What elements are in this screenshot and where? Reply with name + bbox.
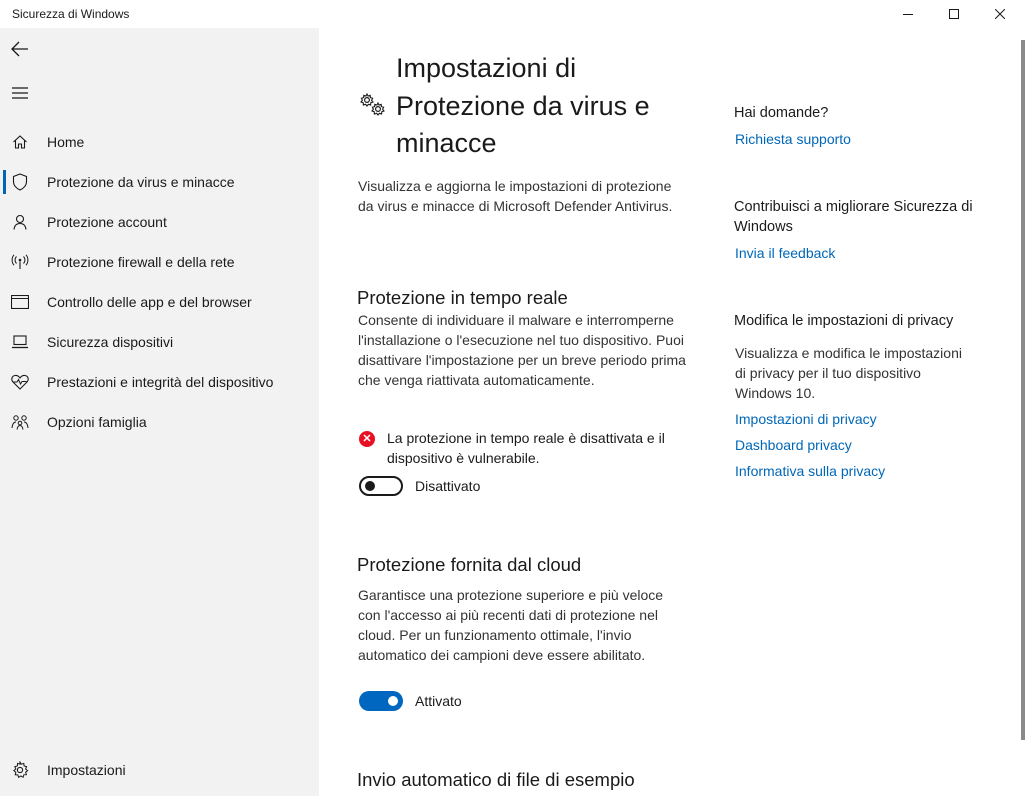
minimize-button[interactable]	[885, 0, 931, 28]
privacy-heading: Modifica le impostazioni di privacy	[734, 313, 954, 329]
window-title: Sicurezza di Windows	[12, 7, 130, 21]
sidebar-item-device-security[interactable]: Sicurezza dispositivi	[0, 324, 319, 360]
sidebar-item-firewall[interactable]: Protezione firewall e della rete	[0, 244, 319, 280]
antenna-icon	[10, 252, 30, 272]
sidebar-item-account-protection[interactable]: Protezione account	[0, 204, 319, 240]
cloud-protection-toggle[interactable]	[359, 691, 403, 711]
sidebar-item-label: Opzioni famiglia	[47, 414, 147, 430]
sidebar-item-label: Sicurezza dispositivi	[47, 334, 174, 350]
maximize-icon	[949, 9, 959, 19]
toggle-knob	[365, 481, 375, 491]
sidebar-item-label: Protezione firewall e della rete	[47, 254, 235, 270]
close-icon	[995, 9, 1005, 19]
cloud-description: Garantisce una protezione superiore e pi…	[358, 587, 664, 663]
sidebar: Home Protezione da virus e minacce Prote…	[0, 28, 319, 796]
realtime-toggle-label: Disattivato	[415, 478, 481, 494]
error-x-icon: ✕	[359, 431, 375, 447]
scrollbar-thumb[interactable]	[1021, 40, 1025, 740]
page-title: Impostazioni di Protezione da virus e mi…	[396, 53, 650, 158]
cloud-toggle-label: Attivato	[415, 693, 462, 709]
sidebar-item-label: Prestazioni e integrità del dispositivo	[47, 374, 274, 390]
sidebar-item-label: Protezione da virus e minacce	[47, 174, 235, 190]
sidebar-item-home[interactable]: Home	[0, 124, 319, 160]
sidebar-item-family-options[interactable]: Opzioni famiglia	[0, 404, 319, 440]
sidebar-item-device-performance[interactable]: Prestazioni e integrità del dispositivo	[0, 364, 319, 400]
questions-heading: Hai domande?	[734, 105, 829, 121]
sidebar-item-label: Controllo delle app e del browser	[47, 294, 252, 310]
app-window-icon	[10, 292, 30, 312]
laptop-icon	[10, 332, 30, 352]
scrollbar[interactable]	[1021, 28, 1025, 796]
maximize-button[interactable]	[931, 0, 977, 28]
realtime-description: Consente di individuare il malware e int…	[358, 312, 686, 388]
hamburger-menu-icon	[12, 87, 28, 99]
back-button[interactable]	[8, 37, 32, 61]
gear-icon	[10, 760, 30, 780]
sample-section-title: Invio automatico di file di esempio	[357, 769, 635, 790]
home-icon	[10, 132, 30, 152]
privacy-text: Visualizza e modifica le impostazioni di…	[735, 345, 962, 401]
toggle-knob	[388, 696, 398, 706]
privacy-dashboard-link[interactable]: Dashboard privacy	[735, 437, 852, 453]
sidebar-item-virus-protection[interactable]: Protezione da virus e minacce	[0, 164, 319, 200]
sidebar-item-app-browser-control[interactable]: Controllo delle app e del browser	[0, 284, 319, 320]
sidebar-item-label: Home	[47, 134, 85, 150]
back-arrow-icon	[11, 41, 28, 57]
realtime-protection-toggle[interactable]	[359, 476, 403, 496]
main-content: Impostazioni di Protezione da virus e mi…	[319, 28, 1025, 796]
heart-pulse-icon	[10, 372, 30, 392]
person-icon	[10, 212, 30, 232]
sidebar-item-settings[interactable]: Impostazioni	[0, 752, 319, 788]
sidebar-item-label: Impostazioni	[47, 762, 126, 778]
realtime-section-title: Protezione in tempo reale	[357, 287, 568, 308]
support-link[interactable]: Richiesta supporto	[735, 131, 851, 147]
family-icon	[10, 412, 30, 432]
feedback-link[interactable]: Invia il feedback	[735, 245, 835, 261]
privacy-settings-link[interactable]: Impostazioni di privacy	[735, 411, 877, 427]
cloud-section-title: Protezione fornita dal cloud	[357, 554, 582, 575]
sidebar-item-label: Protezione account	[47, 214, 167, 230]
close-button[interactable]	[977, 0, 1023, 28]
minimize-icon	[903, 14, 913, 15]
warning-text: La protezione in tempo reale è disattiva…	[387, 430, 665, 466]
gears-icon	[359, 92, 387, 123]
title-bar: Sicurezza di Windows	[0, 0, 1025, 28]
shield-icon	[10, 172, 30, 192]
improve-heading: Contribuisci a migliorare Sicurezza di W…	[734, 199, 973, 235]
page-description: Visualizza e aggiorna le impostazioni di…	[358, 178, 673, 214]
menu-button[interactable]	[8, 81, 32, 105]
privacy-statement-link[interactable]: Informativa sulla privacy	[735, 463, 885, 479]
